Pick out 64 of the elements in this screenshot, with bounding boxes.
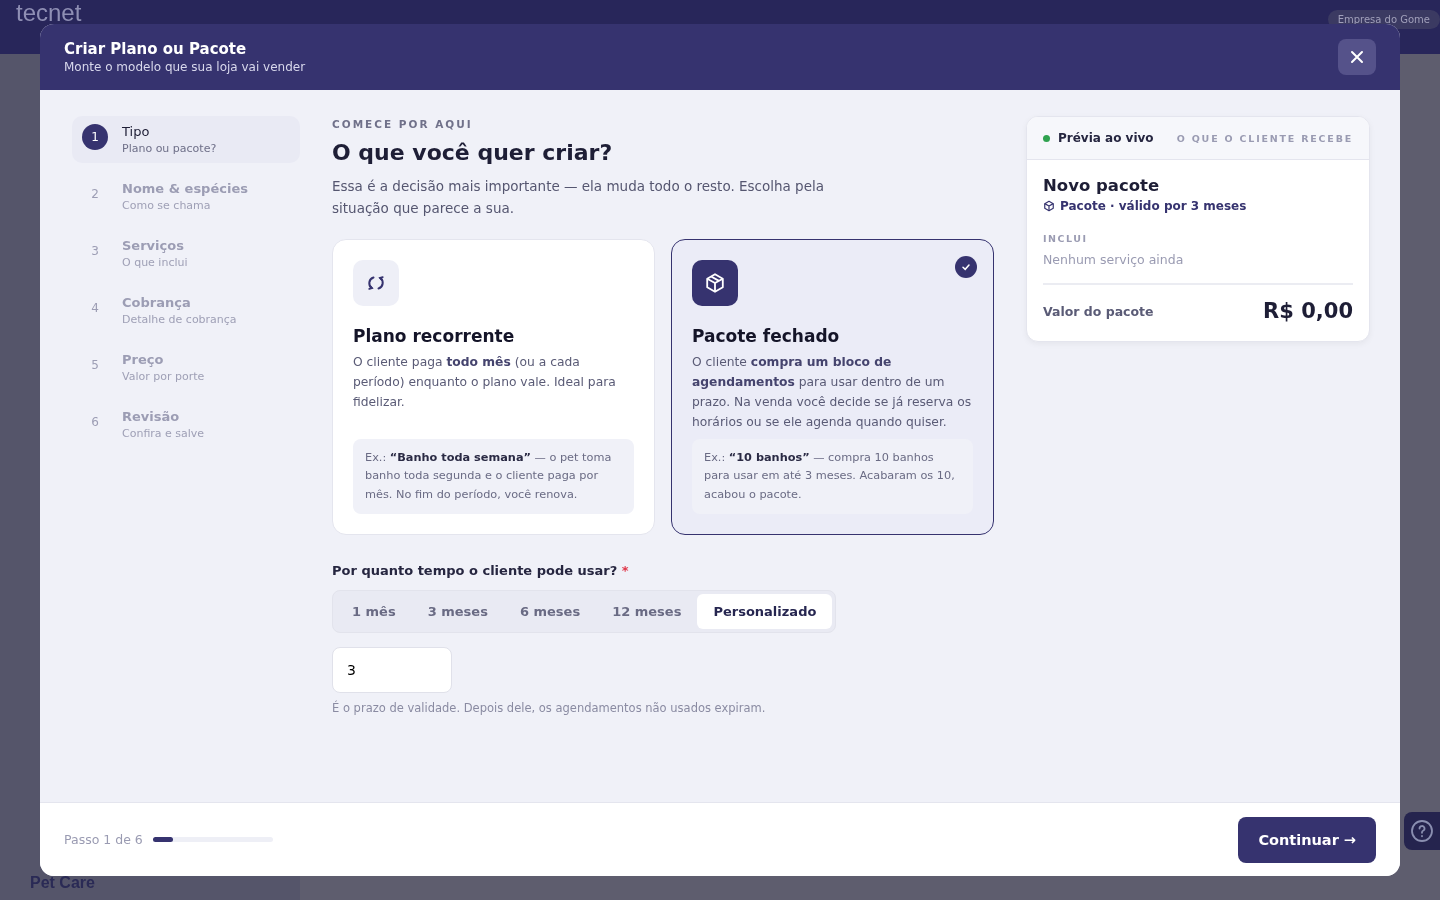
price-value: R$ 0,00 — [1263, 299, 1353, 323]
duration-input[interactable]: 3 — [332, 647, 452, 693]
logo[interactable]: tecnet — [16, 2, 82, 24]
step-subtitle: Valor por porte — [122, 370, 205, 383]
duration-option[interactable]: 3 meses — [411, 594, 504, 629]
step-title: Revisão — [122, 409, 181, 424]
step-number: 1 — [82, 124, 108, 150]
step-item[interactable]: 6 Revisão Confira e salve — [72, 401, 300, 448]
box-icon — [692, 260, 738, 306]
empty-text: Nenhum serviço ainda — [1043, 252, 1353, 285]
status-dot — [1043, 134, 1050, 142]
intro-text: Essa é a decisão mais importante — ela muda todo o resto. Escolha pela situação que parece a sua. — [332, 177, 825, 218]
example-note: Ex.: “Banho toda semana” — o pet toma banho toda segunda e o cliente paga por mês. No fim do período, você renova. — [353, 438, 634, 514]
step-subtitle: Como se chama — [122, 199, 212, 212]
example-note: Ex.: “10 banhos” — compra 10 banhos para usar em até 3 meses. Acabaram os 10, acabou o pacote. — [692, 438, 973, 514]
duration-option[interactable]: 1 mês — [336, 594, 412, 629]
option-title: Pacote fechado — [692, 326, 841, 346]
close-button[interactable] — [1338, 39, 1376, 75]
step-title: Serviços — [122, 238, 185, 253]
step-counter: Passo 1 de 6 — [64, 832, 143, 847]
heading: O que você quer criar? — [332, 140, 614, 165]
step-item[interactable]: 5 Preço Valor por porte — [72, 344, 300, 391]
step-number: 2 — [90, 186, 100, 203]
step-subtitle: Plano ou pacote? — [122, 142, 217, 155]
modal-title: Criar Plano ou Pacote — [64, 40, 248, 58]
step-title: Nome & espécies — [122, 181, 248, 196]
step-subtitle: Confira e salve — [122, 427, 205, 440]
duration-option[interactable]: 12 meses — [596, 594, 698, 629]
preview-caption: O QUE O CLIENTE RECEBE — [1176, 132, 1353, 144]
duration-option[interactable]: 6 meses — [503, 594, 597, 629]
check-icon — [955, 256, 977, 278]
step-title: Cobrança — [122, 295, 192, 310]
box-icon — [1043, 200, 1055, 212]
step-subtitle: O que inclui — [122, 256, 188, 269]
step-number: 5 — [90, 357, 100, 374]
step-title: Preço — [122, 352, 165, 367]
option-description: O cliente paga todo mês (ou a cada período) enquanto o plano vale. Ideal para fidelizar. — [353, 354, 617, 411]
refresh-icon — [353, 260, 399, 306]
field-label: Por quanto tempo o cliente pode usar? * — [332, 563, 630, 578]
help-button[interactable] — [1404, 812, 1440, 850]
eyebrow-label: COMECE POR AQUI — [332, 118, 474, 130]
step-number: 6 — [90, 414, 100, 431]
step-item[interactable]: 2 Nome & espécies Como se chama — [72, 173, 300, 220]
step-item[interactable]: 1 Tipo Plano ou pacote? — [72, 116, 300, 163]
step-number: 4 — [90, 300, 100, 317]
help-icon — [1410, 819, 1434, 843]
package-name: Novo pacote — [1043, 176, 1161, 195]
step-item[interactable]: 3 Serviços O que inclui — [72, 230, 300, 277]
close-icon — [1350, 50, 1364, 64]
preview-label: Prévia ao vivo — [1058, 131, 1154, 145]
option-title: Plano recorrente — [353, 326, 516, 346]
option-card[interactable] — [671, 239, 994, 535]
step-item[interactable]: 4 Cobrança Detalhe de cobrança — [72, 287, 300, 334]
package-type: Pacote · válido por 3 meses — [1060, 199, 1247, 213]
step-subtitle: Detalhe de cobrança — [122, 313, 237, 326]
modal-subtitle: Monte o modelo que sua loja vai vender — [64, 60, 306, 74]
step-title: Tipo — [122, 124, 151, 139]
section-label: INCLUI — [1043, 233, 1089, 244]
duration-option[interactable]: Personalizado — [697, 594, 833, 629]
option-description: O cliente compra um bloco de agendamentos para usar dentro de um prazo. Na venda você decide se já reserva os horários ou se ele agenda quando quiser. — [692, 354, 973, 431]
field-hint: É o prazo de validade. Depois dele, os agendamentos não usados expiram. — [332, 701, 767, 715]
price-label: Valor do pacote — [1043, 303, 1154, 319]
continue-button[interactable]: Continuar → — [1238, 816, 1376, 863]
step-number: 3 — [90, 243, 100, 260]
